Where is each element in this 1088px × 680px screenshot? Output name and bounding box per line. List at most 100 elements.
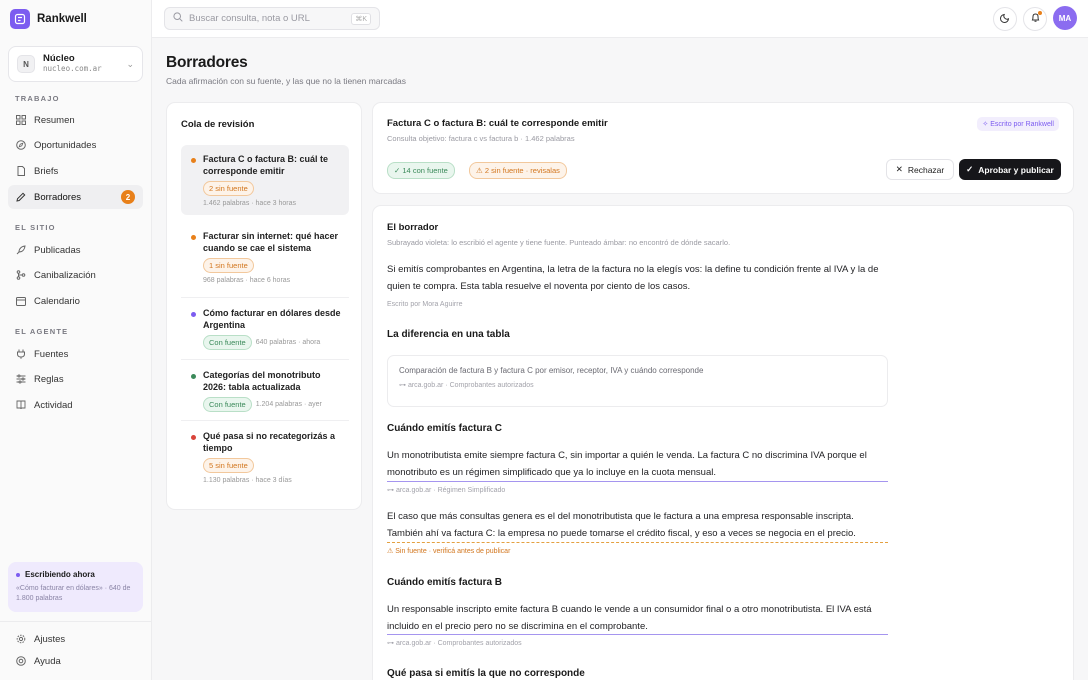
table-source: arca.gob.ar · Comprobantes autorizados [407, 382, 534, 389]
queue-item-meta: 1.130 palabras · hace 3 días [203, 477, 292, 485]
close-icon: ✕ [895, 164, 903, 174]
writing-now-card[interactable]: Escribiendo ahora «Cómo facturar en dóla… [8, 562, 143, 612]
notification-dot [1038, 11, 1042, 15]
sidebar-item-borradores[interactable]: Borradores 2 [8, 185, 143, 209]
sourced-badge[interactable]: ✓ 14 con fuente [387, 162, 455, 179]
search-input[interactable]: Buscar consulta, nota o URL ⌘K [164, 7, 380, 30]
sourced-underline [387, 481, 888, 482]
source-pill: 2 sin fuente [203, 181, 254, 197]
queue-item-title: Facturar sin internet: qué hacer cuando … [203, 231, 339, 254]
sidebar-item-reglas[interactable]: Reglas [8, 367, 143, 391]
sidebar-item-fuentes[interactable]: Fuentes [8, 342, 143, 366]
sidebar-item-actividad[interactable]: Actividad [8, 393, 143, 417]
section-heading: Cuándo emitís factura C [387, 423, 503, 434]
status-dot [191, 312, 196, 317]
section-heading: La diferencia en una tabla [387, 329, 510, 340]
sidebar-item-label: Calendario [34, 295, 80, 307]
queue-item-meta: 968 palabras · hace 6 horas [203, 277, 291, 285]
queue-item[interactable]: Cómo facturar en dólares desde Argentina… [181, 299, 349, 358]
source-link[interactable]: ⊶ arca.gob.ar · Comprobantes autorizados [387, 639, 522, 647]
divider [181, 297, 349, 298]
section-heading: Qué pasa si emitís la que no corresponde [387, 668, 585, 679]
draft-title: Factura C o factura B: cuál te correspon… [387, 118, 608, 129]
sidebar-item-publicadas[interactable]: Publicadas [8, 238, 143, 262]
source-link[interactable]: ⊶ arca.gob.ar · Régimen Simplificado [387, 486, 505, 494]
unsourced-warning[interactable]: ⚠ Sin fuente · verificá antes de publica… [387, 547, 510, 555]
queue-item[interactable]: Factura C o factura B: cuál te correspon… [181, 145, 349, 216]
reject-label: Rechazar [907, 164, 945, 175]
sidebar-item-oportunidades[interactable]: Oportunidades [8, 133, 143, 157]
sidebar-item-label: Borradores [34, 191, 81, 203]
chevron-down-icon: ⌄ [126, 58, 134, 69]
document-icon [16, 166, 26, 176]
draft-body-card: El borrador Subrayado violeta: lo escrib… [372, 205, 1074, 680]
writing-now-text: «Cómo facturar en dólares» · 640 de 1.80… [16, 585, 131, 602]
warning-icon: ⚠ [476, 166, 483, 175]
page-title: Borradores [166, 54, 248, 71]
draft-label: El borrador [387, 222, 439, 233]
review-queue: Cola de revisión Factura C o factura B: … [166, 102, 362, 510]
merge-icon [16, 270, 26, 280]
unsourced-badge-label: 2 sin fuente · revisalas [484, 166, 560, 175]
divider [181, 359, 349, 360]
sidebar-item-label: Actividad [34, 399, 73, 411]
sidebar-item-label: Reglas [34, 373, 64, 385]
reject-button[interactable]: ✕ Rechazar [886, 159, 954, 180]
approve-publish-button[interactable]: ✓ Aprobar y publicar [959, 159, 1061, 180]
byline: Escrito por Mora Aguirre [387, 301, 463, 308]
status-dot [191, 435, 196, 440]
brand-name: Rankwell [37, 13, 87, 25]
workspace-switcher[interactable]: N Núcleo nucleo.com.ar ⌄ [8, 46, 143, 82]
sourced-paragraph[interactable]: Un responsable inscripto emite factura B… [387, 601, 887, 635]
table-embed[interactable]: Comparación de factura B y factura C por… [387, 355, 888, 407]
queue-item-meta: 1.204 palabras · ayer [255, 401, 322, 409]
plug-icon [16, 349, 26, 359]
sidebar-item-briefs[interactable]: Briefs [8, 159, 143, 183]
count-badge: 2 [121, 190, 135, 204]
sidebar-item-resumen[interactable]: Resumen [8, 108, 143, 132]
source-label: arca.gob.ar · Régimen Simplificado [395, 487, 506, 494]
sidebar-item-ajustes[interactable]: Ajustes [8, 627, 143, 651]
draft-header-card: Factura C o factura B: cuál te correspon… [372, 102, 1074, 194]
queue-item[interactable]: Categorías del monotributo 2026: tabla a… [181, 361, 349, 420]
workspace-domain: nucleo.com.ar [43, 64, 102, 74]
sidebar-item-label: Oportunidades [34, 139, 97, 151]
divider [181, 420, 349, 421]
theme-toggle-button[interactable] [993, 7, 1017, 31]
user-avatar[interactable]: MA [1053, 6, 1077, 30]
source-label: arca.gob.ar · Comprobantes autorizados [395, 640, 522, 647]
sidebar-item-ayuda[interactable]: Ayuda [8, 649, 143, 673]
sidebar-item-label: Fuentes [34, 348, 69, 360]
search-placeholder: Buscar consulta, nota o URL [189, 13, 310, 24]
brand[interactable]: Rankwell [10, 9, 87, 29]
unsourced-paragraph[interactable]: El caso que más consultas genera es el d… [387, 508, 887, 542]
queue-item-title: Cómo facturar en dólares desde Argentina [203, 308, 341, 331]
sidebar-item-label: Publicadas [34, 244, 81, 256]
link-icon: ⊶ [399, 382, 406, 389]
live-dot [16, 572, 20, 577]
sidebar-item-label: Ajustes [34, 633, 66, 645]
queue-item[interactable]: Facturar sin internet: qué hacer cuando … [181, 222, 349, 292]
writing-now-title: Escribiendo ahora [25, 570, 95, 579]
unsourced-badge[interactable]: ⚠ 2 sin fuente · revisalas [469, 162, 567, 179]
sourced-underline [387, 634, 888, 635]
sourced-paragraph[interactable]: Un monotributista emite siempre factura … [387, 447, 887, 481]
sidebar-item-calendario[interactable]: Calendario [8, 289, 143, 313]
source-pill: Con fuente [203, 335, 252, 351]
table-title: Comparación de factura B y factura C por… [399, 366, 704, 375]
sidebar-item-label: Ayuda [34, 655, 61, 667]
workspace-avatar: N [17, 55, 35, 73]
status-dot [191, 374, 196, 379]
book-icon [16, 400, 26, 410]
warning-icon: ⚠ [387, 548, 394, 555]
sidebar-item-canibalizacion[interactable]: Canibalización [8, 263, 143, 287]
grid-icon [16, 115, 26, 125]
warning-label: Sin fuente · verificá antes de publicar [395, 548, 511, 555]
queue-item[interactable]: Qué pasa si no recategorizás a tiempo 5 … [181, 422, 349, 492]
calendar-icon [16, 296, 26, 306]
search-icon [173, 12, 183, 25]
source-pill: 1 sin fuente [203, 258, 254, 274]
draft-intro: Si emitís comprobantes en Argentina, la … [387, 264, 879, 292]
notifications-button[interactable] [1023, 7, 1047, 31]
sparkle-icon: ✧ [982, 121, 989, 128]
